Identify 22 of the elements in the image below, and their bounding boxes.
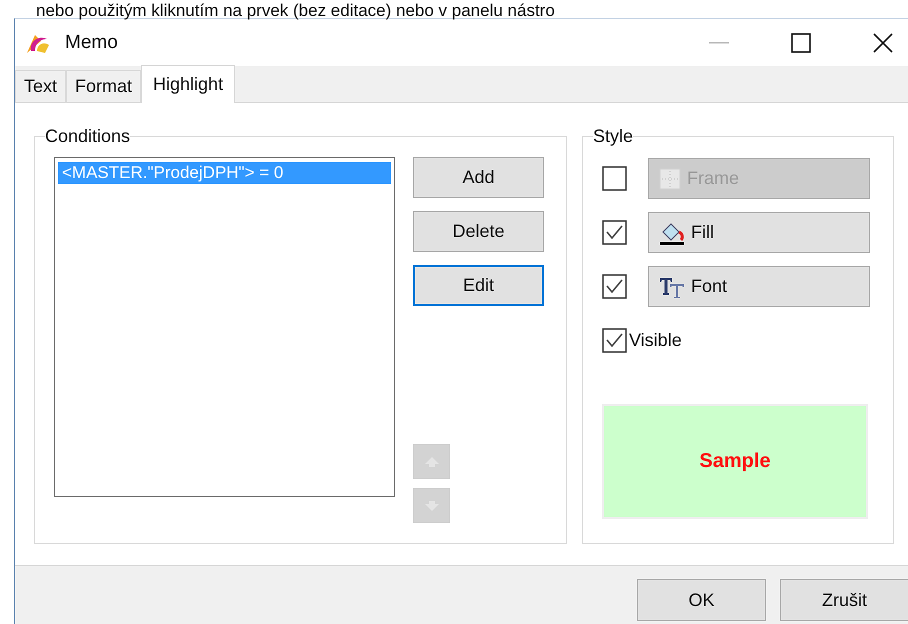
action-button[interactable]: Delete <box>413 211 544 252</box>
tab[interactable]: Highlight <box>141 65 236 103</box>
window-title: Memo <box>65 32 118 54</box>
style-button[interactable]: Font <box>648 266 870 307</box>
page-text: nebo použitým kliknutím na prvek (bez editace) nebo v panelu nástro <box>36 2 555 20</box>
tab[interactable]: Format <box>66 70 142 102</box>
dialog-button[interactable]: OK <box>637 579 766 621</box>
dialog-button[interactable]: Zrušit <box>780 579 908 621</box>
checkbox[interactable] <box>602 166 627 191</box>
checkbox[interactable] <box>602 328 627 353</box>
checkbox-label: Visible <box>629 330 682 351</box>
close-icon[interactable] <box>873 32 893 52</box>
tab[interactable]: Text <box>15 70 66 102</box>
action-button[interactable]: Edit <box>413 265 544 306</box>
font-icon <box>659 276 685 298</box>
checkbox[interactable] <box>602 220 627 245</box>
maximize-icon[interactable] <box>791 32 811 52</box>
action-button[interactable]: Add <box>413 157 544 198</box>
checkbox[interactable] <box>602 274 627 299</box>
frame-icon <box>659 168 681 190</box>
style-button[interactable]: Fill <box>648 212 870 253</box>
sample-text: Sample <box>699 450 771 473</box>
